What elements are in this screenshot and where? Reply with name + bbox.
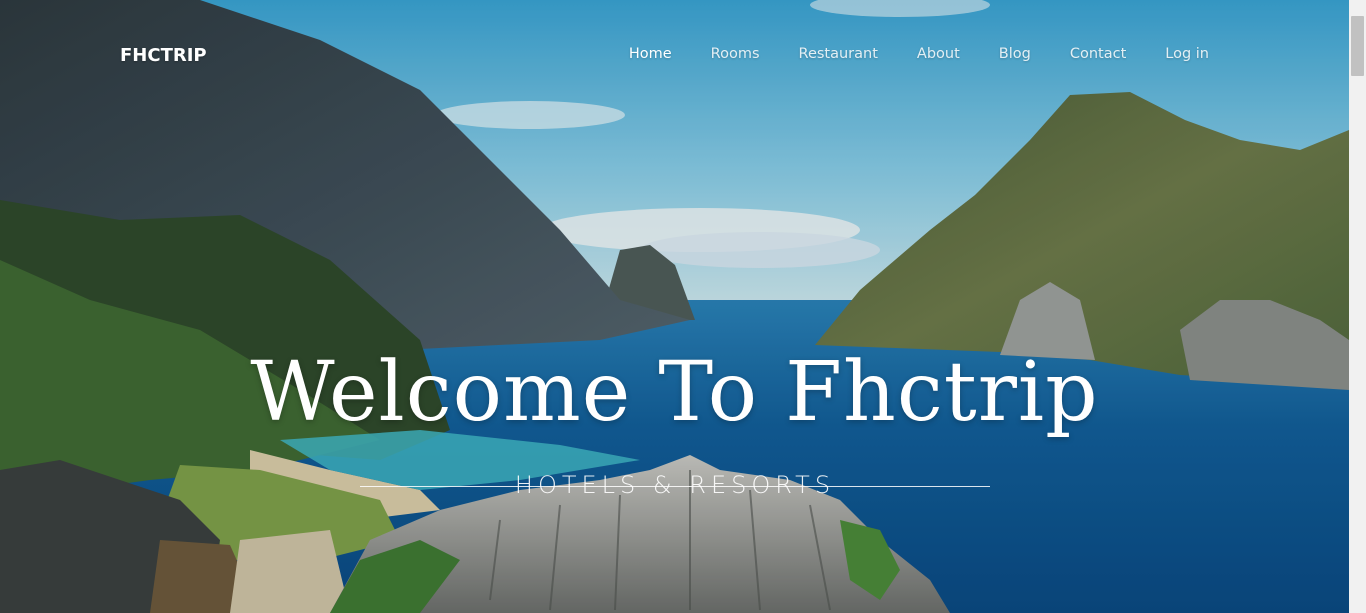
hero-subtitle: HOTELS & RESORTS bbox=[514, 471, 836, 499]
nav-item-home[interactable]: Home bbox=[629, 46, 672, 62]
hero-section: FHCTRIP Home Rooms Restaurant About Blog… bbox=[0, 0, 1349, 613]
brand-logo[interactable]: FHCTRIP bbox=[120, 45, 207, 66]
nav-item-login[interactable]: Log in bbox=[1165, 46, 1209, 62]
top-navbar: FHCTRIP Home Rooms Restaurant About Blog… bbox=[0, 0, 1349, 112]
main-nav: Home Rooms Restaurant About Blog Contact… bbox=[590, 46, 1209, 62]
nav-item-blog[interactable]: Blog bbox=[999, 46, 1031, 62]
hero-subtitle-block: HOTELS & RESORTS bbox=[360, 470, 990, 502]
vertical-scrollbar[interactable] bbox=[1349, 0, 1366, 613]
nav-item-contact[interactable]: Contact bbox=[1070, 46, 1126, 62]
scrollbar-thumb[interactable] bbox=[1351, 16, 1364, 76]
nav-item-rooms[interactable]: Rooms bbox=[711, 46, 760, 62]
page: FHCTRIP Home Rooms Restaurant About Blog… bbox=[0, 0, 1366, 613]
nav-item-about[interactable]: About bbox=[917, 46, 960, 62]
nav-item-restaurant[interactable]: Restaurant bbox=[799, 46, 878, 62]
hero-title: Welcome To Fhctrip bbox=[250, 345, 1099, 440]
